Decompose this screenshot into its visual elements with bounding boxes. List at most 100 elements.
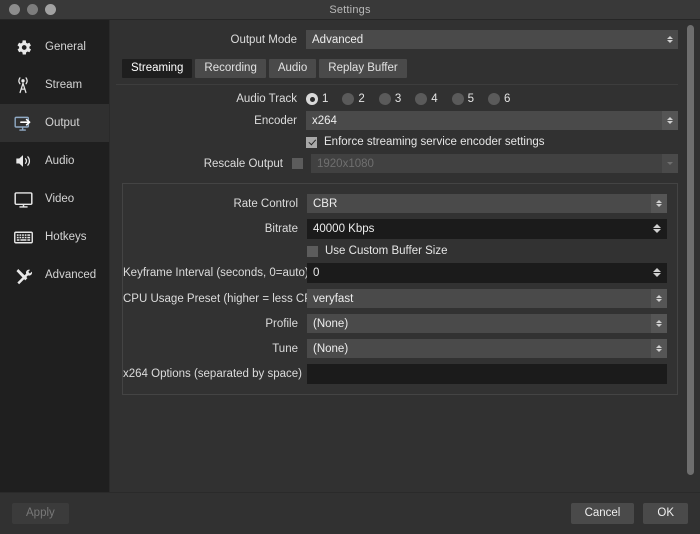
sidebar-item-advanced[interactable]: Advanced: [0, 256, 109, 294]
settings-window: Settings General Stream Output Audio Vid…: [0, 0, 700, 534]
tune-select[interactable]: (None): [307, 339, 667, 358]
encoder-settings-group: Rate Control CBR Bitrate 40000 Kbps Use …: [122, 183, 678, 395]
enforce-row: Enforce streaming service encoder settin…: [116, 136, 678, 148]
encoder-row: Encoder x264: [116, 111, 678, 130]
cpu-preset-value: veryfast: [313, 292, 354, 305]
bitrate-row: Bitrate 40000 Kbps: [123, 219, 667, 239]
use-custom-buffer-size-checkbox[interactable]: Use Custom Buffer Size: [307, 245, 448, 257]
audio-track-option-5[interactable]: 5: [451, 93, 475, 105]
rescale-output-select: 1920x1080: [311, 154, 678, 173]
keyframe-interval-label: Keyframe Interval (seconds, 0=auto): [123, 267, 309, 279]
audio-track-option-3[interactable]: 3: [378, 93, 401, 105]
bitrate-label: Bitrate: [264, 223, 298, 235]
chevron-updown-icon[interactable]: [651, 289, 667, 308]
profile-row: Profile (None): [123, 314, 667, 333]
ok-button[interactable]: OK: [643, 503, 688, 524]
tab-streaming[interactable]: Streaming: [122, 59, 193, 78]
output-mode-row: Output Mode Advanced: [116, 30, 678, 49]
audio-track-row: Audio Track 1 2 3 4 5 6: [116, 93, 678, 105]
sidebar-item-output[interactable]: Output: [0, 104, 109, 142]
sidebar-item-hotkeys[interactable]: Hotkeys: [0, 218, 109, 256]
rescale-output-row: Rescale Output 1920x1080: [116, 154, 678, 173]
rate-control-label: Rate Control: [233, 197, 298, 210]
enforce-label: Enforce streaming service encoder settin…: [324, 136, 545, 148]
settings-content: Output Mode Advanced Streaming Recording…: [110, 20, 700, 492]
profile-select[interactable]: (None): [307, 314, 667, 333]
audio-track-option-1[interactable]: 1: [306, 93, 328, 105]
tab-separator: [116, 84, 678, 85]
radio-label: 6: [504, 93, 511, 105]
tab-replay-buffer[interactable]: Replay Buffer: [319, 59, 407, 78]
radio-icon[interactable]: [415, 93, 428, 105]
speaker-icon: [12, 150, 34, 172]
sidebar-item-general[interactable]: General: [0, 28, 109, 66]
radio-icon[interactable]: [306, 93, 318, 105]
chevron-updown-icon[interactable]: [651, 339, 667, 358]
custom-buffer-row: Use Custom Buffer Size: [123, 245, 667, 257]
radio-label: 1: [322, 93, 329, 105]
sidebar-item-audio[interactable]: Audio: [0, 142, 109, 180]
radio-icon[interactable]: [378, 93, 391, 105]
sidebar-item-stream[interactable]: Stream: [0, 66, 109, 104]
encoder-select[interactable]: x264: [306, 111, 678, 130]
title-bar: Settings: [0, 0, 700, 20]
encoder-label: Encoder: [254, 114, 297, 127]
rescale-output-checkbox[interactable]: [292, 158, 303, 169]
keyframe-interval-input[interactable]: 0: [307, 263, 667, 283]
output-mode-value: Advanced: [312, 33, 364, 46]
rate-control-value: CBR: [313, 197, 338, 210]
rescale-output-value: 1920x1080: [317, 157, 374, 170]
output-mode-label: Output Mode: [230, 33, 297, 46]
spinner-updown-icon[interactable]: [649, 263, 665, 282]
apply-button[interactable]: Apply: [12, 503, 69, 524]
enforce-encoder-settings-checkbox[interactable]: Enforce streaming service encoder settin…: [306, 136, 545, 148]
radio-label: 5: [467, 93, 475, 105]
sidebar-item-label: Advanced: [45, 269, 97, 281]
chevron-updown-icon[interactable]: [651, 314, 667, 333]
tab-recording[interactable]: Recording: [195, 59, 266, 78]
sidebar-item-label: General: [45, 41, 86, 53]
sidebar-item-video[interactable]: Video: [0, 180, 109, 218]
audio-track-option-6[interactable]: 6: [488, 93, 510, 105]
checkbox-unchecked-icon[interactable]: [307, 245, 318, 257]
output-tabs: Streaming Recording Audio Replay Buffer: [122, 59, 678, 78]
tune-row: Tune (None): [123, 339, 667, 358]
output-mode-select[interactable]: Advanced: [306, 30, 678, 49]
chevron-updown-icon[interactable]: [651, 194, 667, 213]
radio-icon[interactable]: [451, 93, 464, 105]
tune-value: (None): [313, 342, 349, 355]
sidebar-item-label: Hotkeys: [45, 231, 87, 243]
radio-label: 4: [431, 93, 438, 105]
cpu-preset-select[interactable]: veryfast: [307, 289, 667, 308]
bitrate-input[interactable]: 40000 Kbps: [307, 219, 667, 239]
spinner-updown-icon[interactable]: [649, 219, 665, 238]
monitor-icon: [12, 188, 34, 210]
chevron-down-icon: [662, 154, 678, 173]
cancel-button[interactable]: Cancel: [570, 503, 635, 524]
chevron-updown-icon[interactable]: [662, 111, 678, 130]
keyframe-interval-value: 0: [313, 267, 320, 279]
radio-label: 2: [358, 93, 365, 105]
tab-audio[interactable]: Audio: [268, 59, 317, 78]
gear-icon: [12, 36, 34, 58]
cpu-preset-label: CPU Usage Preset (higher = less CPU): [123, 292, 325, 305]
x264-options-row: x264 Options (separated by space): [123, 364, 667, 384]
chevron-updown-icon[interactable]: [662, 30, 678, 49]
audio-track-option-4[interactable]: 4: [415, 93, 438, 105]
audio-track-option-2[interactable]: 2: [342, 93, 365, 105]
bitrate-value: 40000 Kbps: [313, 223, 375, 235]
sidebar-item-label: Stream: [45, 79, 83, 91]
content-scrollbar[interactable]: [687, 25, 694, 475]
window-title: Settings: [329, 3, 371, 16]
broadcast-icon: [12, 74, 34, 96]
radio-icon[interactable]: [342, 93, 355, 105]
radio-icon[interactable]: [488, 93, 501, 105]
audio-track-radio-group: 1 2 3 4 5 6: [306, 93, 520, 105]
rate-control-row: Rate Control CBR: [123, 194, 667, 213]
tools-icon: [12, 264, 34, 286]
x264-options-input[interactable]: [307, 364, 667, 384]
output-icon: [12, 112, 34, 134]
rescale-output-label: Rescale Output: [203, 157, 283, 170]
rate-control-select[interactable]: CBR: [307, 194, 667, 213]
checkbox-checked-icon[interactable]: [306, 136, 317, 148]
